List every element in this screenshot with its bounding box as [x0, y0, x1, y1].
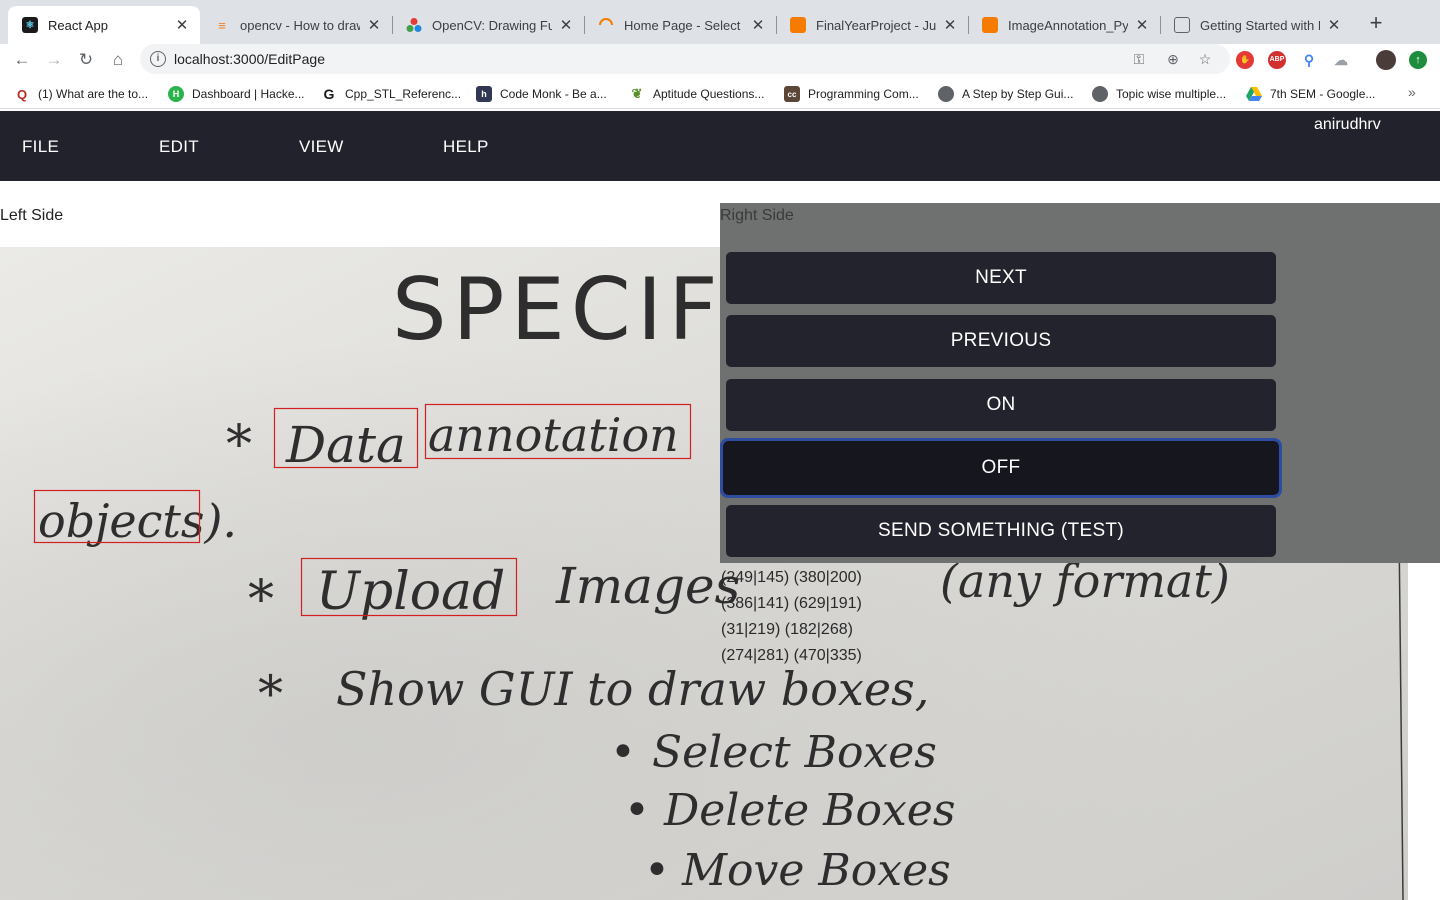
menu-help[interactable]: HELP [443, 137, 489, 157]
image-word-images: Images [555, 557, 740, 615]
bookmarks-overflow-icon[interactable]: » [1408, 84, 1416, 100]
loading-icon [598, 17, 614, 33]
right-side-label: Right Side [720, 207, 794, 224]
coordinate-row: (249|145) (380|200) [721, 569, 862, 586]
search-ext-icon[interactable]: ⚲ [1300, 51, 1318, 69]
adblock-ext-icon[interactable]: ✋ [1236, 51, 1254, 69]
tab-opencv-docs[interactable]: OpenCV: Drawing Func ✕ [392, 6, 584, 44]
reload-icon[interactable]: ↻ [74, 48, 98, 72]
next-button[interactable]: NEXT [726, 252, 1276, 304]
bookmark-item[interactable]: h Code Monk - Be a... [476, 85, 607, 103]
previous-button[interactable]: PREVIOUS [726, 315, 1276, 367]
opencv-icon [406, 17, 422, 33]
app-menu-bar: FILE EDIT VIEW HELP anirudhrv [0, 111, 1440, 181]
username: anirudhrv [1314, 116, 1381, 133]
bookmark-item[interactable]: Q (1) What are the to... [14, 85, 148, 103]
bookmark-item[interactable]: 7th SEM - Google... [1246, 85, 1375, 103]
cloud-ext-icon[interactable]: ☁ [1332, 51, 1350, 69]
image-bullet-dot: • [644, 845, 670, 896]
leaf-icon: ❦ [631, 86, 643, 101]
avatar[interactable] [1376, 50, 1396, 70]
off-button[interactable]: OFF [720, 438, 1282, 498]
menu-file[interactable]: FILE [22, 137, 59, 157]
tab-react-app[interactable]: ⚛ React App ✕ [8, 6, 200, 44]
image-heading-text: SPECIFI [392, 260, 755, 360]
bookmark-item[interactable]: A Step by Step Gui... [938, 85, 1073, 103]
bookmark-item[interactable]: H Dashboard | Hacke... [168, 85, 305, 103]
close-tab-icon[interactable]: ✕ [174, 16, 190, 34]
menu-view[interactable]: VIEW [299, 137, 344, 157]
image-star-bullet: * [258, 665, 283, 723]
github-icon: G [323, 86, 335, 102]
zoom-icon[interactable]: ⊕ [1164, 50, 1182, 68]
globe-icon [938, 86, 954, 102]
stackoverflow-icon: ≡ [218, 17, 226, 33]
browser-tab-strip: ⚛ React App ✕ ≡ opencv - How to draw a ✕… [0, 0, 1440, 44]
image-line-show-gui: Show GUI to draw boxes, [336, 662, 929, 716]
tab-image-annotation[interactable]: ImageAnnotation_Pytho ✕ [968, 6, 1160, 44]
tab-home-page[interactable]: Home Page - Select or c ✕ [584, 6, 776, 44]
image-word-data: Data [285, 416, 406, 474]
address-bar[interactable]: i localhost:3000/EditPage ⚿ ⊕ ☆ [140, 44, 1230, 74]
jupyter-icon [982, 17, 998, 33]
image-word-annotation: annotation [428, 408, 679, 462]
image-bullet-select: Select Boxes [652, 727, 937, 778]
image-star-bullet: * [226, 415, 252, 475]
quora-icon: Q [16, 86, 28, 102]
home-icon[interactable]: ⌂ [106, 48, 130, 72]
back-icon[interactable]: ← [10, 48, 34, 72]
on-button[interactable]: ON [726, 379, 1276, 431]
update-icon[interactable]: ↑ [1409, 51, 1427, 69]
url-text[interactable]: localhost:3000/EditPage [174, 51, 325, 67]
tab-getting-started[interactable]: Getting Started with Im ✕ [1160, 6, 1352, 44]
site-info-icon[interactable]: i [150, 51, 166, 67]
bookmark-item[interactable]: ❦ Aptitude Questions... [629, 85, 765, 103]
tab-final-year-project[interactable]: FinalYearProject - Jupyt ✕ [776, 6, 968, 44]
image-bullet-dot: • [610, 727, 636, 778]
hackerearth-icon: h [476, 86, 492, 102]
bookmarks-bar: Q (1) What are the to... H Dashboard | H… [0, 79, 1440, 109]
close-tab-icon[interactable]: ✕ [1326, 16, 1342, 34]
react-icon: ⚛ [22, 17, 38, 33]
tab-opencv-so[interactable]: ≡ opencv - How to draw a ✕ [200, 6, 392, 44]
image-bullet-delete: Delete Boxes [663, 785, 955, 836]
coordinate-row: (386|141) (629|191) [721, 595, 862, 612]
close-tab-icon[interactable]: ✕ [1134, 16, 1150, 34]
star-icon[interactable]: ☆ [1196, 50, 1214, 68]
bookmark-item[interactable]: Topic wise multiple... [1092, 85, 1226, 103]
close-tab-icon[interactable]: ✕ [366, 16, 382, 34]
bookmark-item[interactable]: cc Programming Com... [784, 85, 919, 103]
globe-icon [1092, 86, 1108, 102]
close-tab-icon[interactable]: ✕ [750, 16, 766, 34]
browser-toolbar: ← → ↻ ⌂ i localhost:3000/EditPage ⚿ ⊕ ☆ … [0, 44, 1440, 76]
image-word-objects: objects). [38, 494, 237, 548]
close-tab-icon[interactable]: ✕ [942, 16, 958, 34]
jupyter-icon [790, 17, 806, 33]
abp-ext-icon[interactable]: ABP [1268, 51, 1286, 69]
coordinate-list: (249|145) (380|200) (386|141) (629|191) … [721, 565, 862, 669]
coordinate-row: (31|219) (182|268) [721, 621, 853, 638]
close-tab-icon[interactable]: ✕ [558, 16, 574, 34]
left-side-label: Left Side [0, 207, 64, 224]
codechef-icon: cc [784, 86, 800, 102]
coordinate-row: (274|281) (470|335) [721, 647, 862, 664]
key-icon[interactable]: ⚿ [1130, 50, 1148, 68]
image-bullet-dot: • [624, 785, 650, 836]
right-side-panel: Right Side NEXT PREVIOUS ON OFF SEND SOM… [720, 203, 1440, 563]
menu-edit[interactable]: EDIT [159, 137, 199, 157]
send-test-button[interactable]: SEND SOMETHING (TEST) [726, 505, 1276, 557]
docs-icon [1174, 17, 1190, 33]
image-bullet-move: Move Boxes [681, 845, 951, 896]
image-star-bullet: * [248, 570, 274, 630]
drive-icon [1246, 86, 1262, 102]
image-word-upload: Upload [316, 562, 505, 622]
hackerearth-icon: H [168, 86, 184, 102]
bookmark-item[interactable]: G Cpp_STL_Referenc... [321, 85, 462, 103]
forward-icon[interactable]: → [42, 48, 66, 72]
new-tab-button[interactable]: + [1366, 12, 1386, 36]
